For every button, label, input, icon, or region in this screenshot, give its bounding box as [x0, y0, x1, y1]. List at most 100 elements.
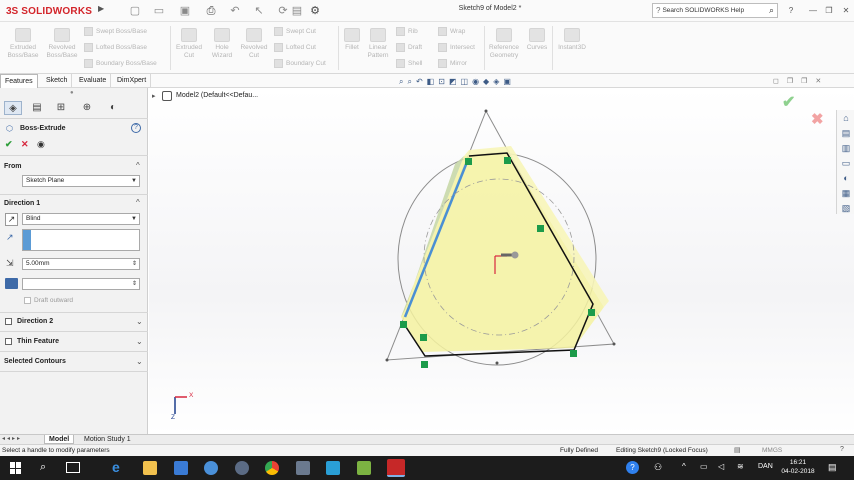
viewport-minimize-icon[interactable]: ◻	[773, 77, 779, 85]
network-icon[interactable]: ▭	[700, 462, 708, 471]
vertex-point[interactable]	[484, 109, 488, 113]
depth-input[interactable]: 5.00mm ⇕	[22, 258, 140, 270]
direction2-section-header[interactable]: Direction 2	[17, 318, 53, 325]
search-box[interactable]: ? Search SOLIDWORKS Help ⌕	[652, 3, 778, 18]
reverse-direction-button[interactable]: ↗	[5, 213, 18, 226]
app-icon[interactable]	[357, 461, 371, 475]
tab-scroll-arrows-icon[interactable]: ◂◂▸▸	[2, 435, 22, 442]
spin-arrows-icon[interactable]: ⇕	[132, 279, 137, 289]
vertex-point[interactable]	[612, 342, 616, 346]
search-icon[interactable]: ⌕	[40, 461, 46, 474]
app-icon[interactable]	[296, 461, 310, 475]
from-section-header[interactable]: From	[4, 163, 22, 170]
fillet-button[interactable]: Fillet	[340, 28, 364, 52]
graphics-area[interactable]: ▸ Model2 (Default<<Defau... ⌕ ⌕ ↶ ◧ ⊡ ◩ …	[149, 77, 854, 434]
relation-marker[interactable]	[537, 225, 544, 232]
tab-evaluate[interactable]: Evaluate	[75, 74, 112, 88]
appearances-icon[interactable]: ▦	[840, 187, 852, 199]
boundary-cut-button[interactable]: Boundary Cut	[274, 59, 326, 68]
options-gear-icon[interactable]: ⚙	[308, 4, 322, 18]
rebuild-status-icon[interactable]: ▤	[734, 446, 741, 454]
app-icon[interactable]	[326, 461, 340, 475]
direction2-checkbox[interactable]	[5, 318, 12, 325]
hole-wizard-button[interactable]: Hole Wizard	[206, 28, 238, 59]
thin-feature-checkbox[interactable]	[5, 338, 12, 345]
tab-model[interactable]: Model	[44, 435, 75, 444]
shell-button[interactable]: Shell	[396, 59, 422, 68]
feature-manager-icon[interactable]: ◈	[4, 101, 22, 115]
revolved-boss-button[interactable]: Revolved Boss/Base	[44, 28, 80, 59]
undo-icon[interactable]: ↶	[228, 4, 242, 18]
draft-angle-input[interactable]: ⇕	[22, 278, 140, 290]
curves-button[interactable]: Curves	[524, 28, 550, 52]
status-help-icon[interactable]: ?	[840, 446, 844, 453]
instant3d-button[interactable]: Instant3D	[554, 28, 590, 52]
wifi-icon[interactable]: ≋	[737, 462, 744, 471]
app-icon[interactable]	[235, 461, 249, 475]
collapse-direction1-icon[interactable]: ^	[136, 198, 140, 207]
solidworks-logo[interactable]: 3S SOLIDWORKS	[0, 0, 96, 22]
people-icon[interactable]: ⚇	[654, 462, 662, 473]
relation-marker[interactable]	[588, 309, 595, 316]
swept-cut-button[interactable]: Swept Cut	[274, 27, 316, 36]
volume-icon[interactable]: ◁	[718, 462, 724, 471]
vertex-point[interactable]	[495, 361, 499, 365]
panel-collapse-handle[interactable]: ●	[70, 90, 74, 96]
thin-feature-section-header[interactable]: Thin Feature	[17, 338, 59, 345]
minimize-button[interactable]: —	[806, 4, 820, 18]
reference-geometry-button[interactable]: Reference Geometry	[486, 28, 522, 59]
vertex-point[interactable]	[385, 358, 389, 362]
sketch-canvas[interactable]	[149, 88, 854, 434]
end-condition-select[interactable]: Blind ▼	[22, 213, 140, 225]
configuration-manager-icon[interactable]: ⊞	[52, 101, 70, 115]
selected-contours-section-header[interactable]: Selected Contours	[4, 358, 66, 365]
action-center-icon[interactable]: ▤	[828, 462, 837, 473]
spin-arrows-icon[interactable]: ⇕	[132, 259, 137, 269]
solidworks-taskbar-icon[interactable]	[387, 459, 405, 477]
collapse-from-icon[interactable]: ^	[136, 161, 140, 170]
file-properties-icon[interactable]: ▤	[290, 4, 304, 18]
revolved-cut-button[interactable]: Revolved Cut	[238, 28, 270, 59]
boundary-boss-button[interactable]: Boundary Boss/Base	[84, 59, 157, 68]
resources-icon[interactable]: ▤	[840, 127, 852, 139]
viewport-close-icon[interactable]: ✕	[815, 77, 821, 85]
file-explorer-icon[interactable]: ▭	[840, 157, 852, 169]
cancel-x-icon[interactable]: ✕	[21, 139, 29, 150]
store-icon[interactable]	[174, 461, 188, 475]
draft-outward-checkbox[interactable]	[24, 297, 31, 304]
viewport-restore-icon[interactable]: ❐	[787, 77, 793, 85]
property-manager-icon[interactable]: ▤	[28, 101, 46, 115]
design-library-icon[interactable]: ▥	[840, 142, 852, 154]
search-input[interactable]: Search SOLIDWORKS Help	[662, 7, 744, 14]
custom-properties-icon[interactable]: ▧	[840, 202, 852, 214]
restore-button[interactable]: ❐	[822, 4, 836, 18]
dimxpert-manager-icon[interactable]: ⊕	[78, 101, 96, 115]
lofted-boss-button[interactable]: Lofted Boss/Base	[84, 43, 147, 52]
language-indicator[interactable]: DAN	[758, 463, 773, 470]
expand-selected-contours-icon[interactable]: ⌄	[136, 357, 143, 366]
search-icon[interactable]: ⌕	[769, 5, 777, 16]
app-icon[interactable]	[204, 461, 218, 475]
print-icon[interactable]: ⎙	[204, 4, 218, 18]
tab-features[interactable]: Features	[0, 74, 38, 88]
from-select[interactable]: Sketch Plane ▼	[22, 175, 140, 187]
file-explorer-taskbar-icon[interactable]	[143, 461, 157, 475]
clock[interactable]: 16:21 04-02-2018	[778, 458, 818, 476]
units-indicator[interactable]: MMGS	[762, 447, 782, 454]
rib-button[interactable]: Rib	[396, 27, 418, 36]
expand-thin-feature-icon[interactable]: ⌄	[136, 337, 143, 346]
preview-eye-icon[interactable]: ◉	[37, 139, 45, 150]
direction-selection-box[interactable]	[22, 229, 140, 251]
open-document-icon[interactable]: ▭	[152, 4, 166, 18]
draft-on-off-icon[interactable]	[5, 278, 18, 289]
windows-start-icon[interactable]	[10, 462, 22, 474]
tab-sketch[interactable]: Sketch	[42, 74, 73, 88]
save-icon[interactable]: ▣	[178, 4, 192, 18]
task-view-icon[interactable]	[66, 462, 80, 473]
intersect-button[interactable]: Intersect	[438, 43, 475, 52]
tab-motion-study[interactable]: Motion Study 1	[80, 435, 135, 444]
relation-marker[interactable]	[465, 158, 472, 165]
tab-dimxpert[interactable]: DimXpert	[113, 74, 152, 88]
help-tray-icon[interactable]: ?	[626, 461, 639, 474]
draft-button[interactable]: Draft	[396, 43, 422, 52]
